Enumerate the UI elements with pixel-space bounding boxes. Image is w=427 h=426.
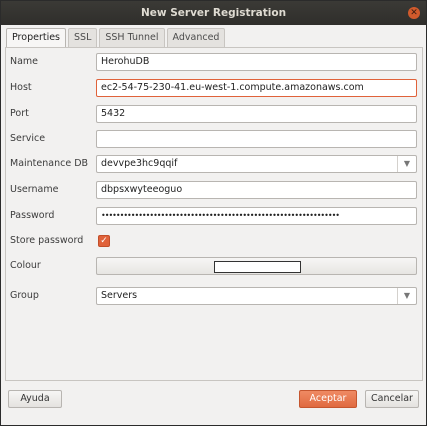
properties-panel: Name HerohuDB Host ec2-54-75-230-41.eu-w… (5, 47, 423, 381)
service-row: Service (6, 129, 424, 149)
help-button[interactable]: Ayuda (8, 390, 62, 408)
store-password-checkbox[interactable]: ✓ (98, 235, 110, 247)
colour-picker-button[interactable] (96, 257, 417, 275)
tab-bar: Properties SSL SSH Tunnel Advanced (6, 28, 227, 48)
tab-ssh-tunnel[interactable]: SSH Tunnel (99, 28, 165, 47)
maintenance-db-label: Maintenance DB (10, 158, 89, 169)
username-row: Username dbpsxwyteeoguo (6, 180, 424, 200)
chevron-down-icon[interactable]: ▼ (397, 156, 416, 172)
maintenance-db-value: devvpe3hc9qqif (101, 158, 178, 169)
group-row: Group Servers ▼ (6, 286, 424, 306)
group-value: Servers (101, 290, 138, 301)
colour-row: Colour (6, 256, 424, 276)
port-label: Port (10, 108, 29, 119)
maintenance-db-select[interactable]: devvpe3hc9qqif ▼ (96, 155, 417, 173)
name-input[interactable]: HerohuDB (96, 53, 417, 71)
cancel-button[interactable]: Cancelar (365, 390, 419, 408)
server-registration-dialog: New Server Registration ✕ Properties SSL… (0, 0, 427, 426)
group-select[interactable]: Servers ▼ (96, 287, 417, 305)
colour-swatch (214, 261, 301, 273)
name-label: Name (10, 56, 39, 67)
name-row: Name HerohuDB (6, 52, 424, 72)
tab-advanced[interactable]: Advanced (166, 28, 226, 47)
port-row: Port 5432 (6, 104, 424, 124)
tab-properties[interactable]: Properties (6, 28, 67, 48)
colour-label: Colour (10, 260, 41, 271)
tab-ssl[interactable]: SSL (68, 28, 98, 47)
service-input[interactable] (96, 130, 417, 148)
close-icon[interactable]: ✕ (408, 7, 420, 19)
store-password-label: Store password (10, 235, 84, 246)
store-password-row: Store password ✓ (6, 231, 424, 251)
username-label: Username (10, 184, 59, 195)
title-bar: New Server Registration ✕ (1, 1, 426, 25)
service-label: Service (10, 133, 46, 144)
port-input[interactable]: 5432 (96, 105, 417, 123)
password-input[interactable]: ••••••••••••••••••••••••••••••••••••••••… (96, 207, 417, 225)
window-title: New Server Registration (140, 7, 287, 19)
password-row: Password •••••••••••••••••••••••••••••••… (6, 206, 424, 226)
host-label: Host (10, 82, 32, 93)
username-input[interactable]: dbpsxwyteeoguo (96, 181, 417, 199)
chevron-down-icon[interactable]: ▼ (397, 288, 416, 304)
ok-button[interactable]: Aceptar (299, 390, 357, 408)
password-label: Password (10, 210, 55, 221)
maintenance-db-row: Maintenance DB devvpe3hc9qqif ▼ (6, 154, 424, 174)
group-label: Group (10, 290, 39, 301)
host-input[interactable]: ec2-54-75-230-41.eu-west-1.compute.amazo… (96, 79, 417, 97)
host-row: Host ec2-54-75-230-41.eu-west-1.compute.… (6, 78, 424, 98)
